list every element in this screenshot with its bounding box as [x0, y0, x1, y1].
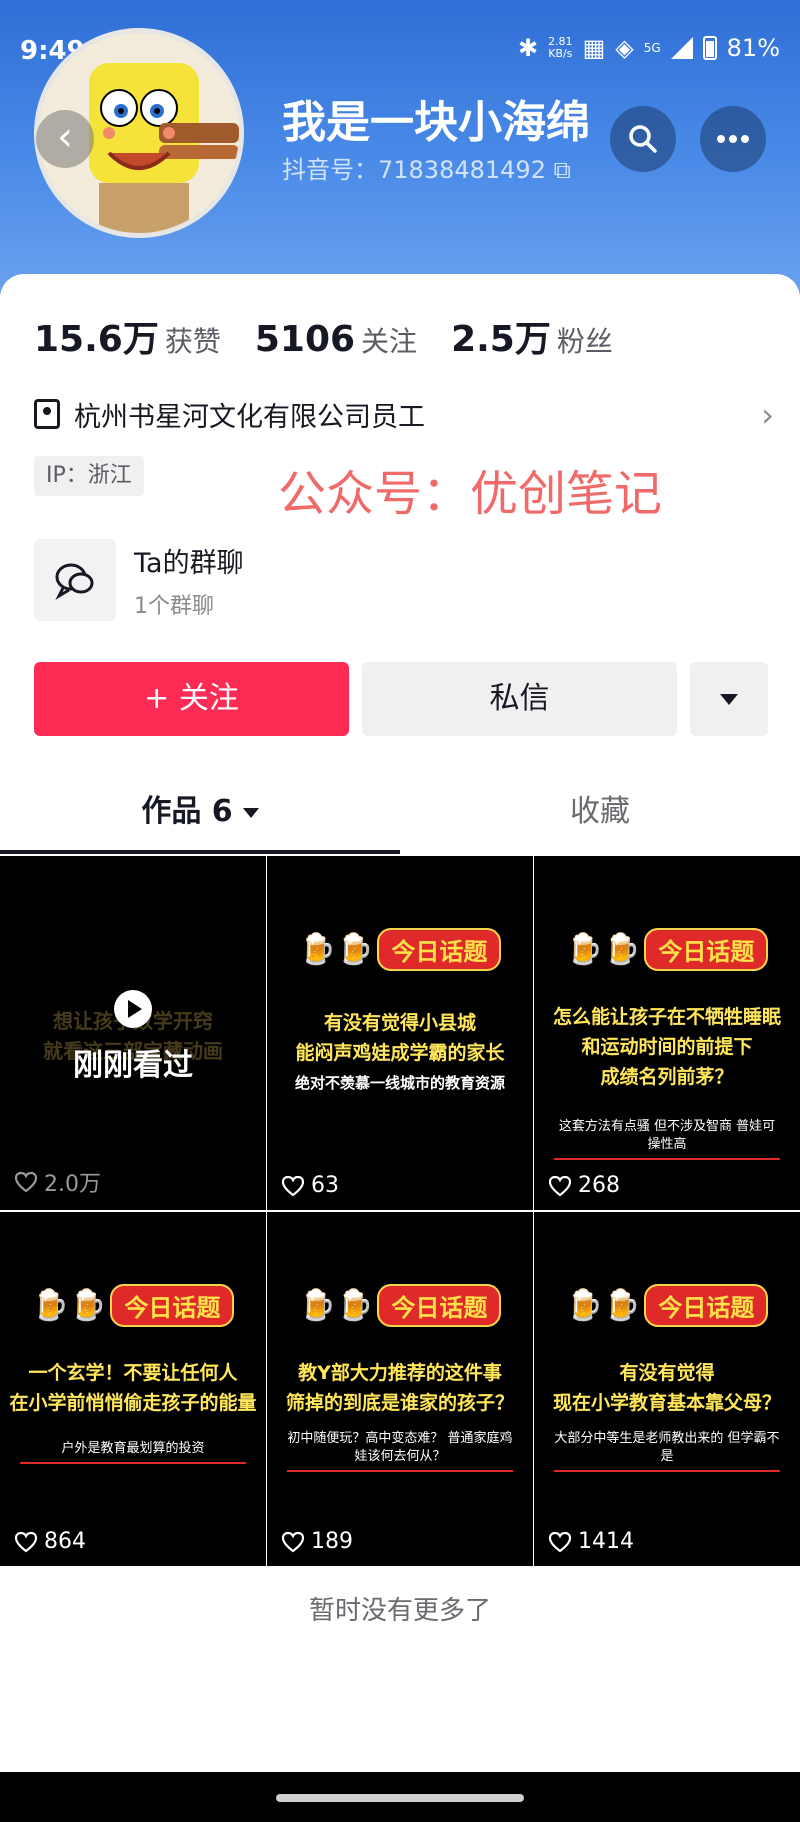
action-buttons: + 关注 私信 — [34, 662, 768, 736]
like-count: 2.0万 — [14, 1166, 101, 1198]
copy-icon[interactable]: ⧉ — [554, 156, 571, 184]
video-tile-recent[interactable]: 想让孩子数学开窍 就看这三部宝藏动画 刚刚看过 2.0万 — [0, 856, 266, 1210]
end-of-list-text: 暂时没有更多了 — [308, 1596, 491, 1626]
network-type: 5G — [643, 41, 661, 55]
beer-icon: 🍺🍺 — [31, 1288, 107, 1323]
stat-following[interactable]: 5106 关注 — [255, 319, 417, 360]
heart-icon — [281, 1531, 305, 1552]
video-subcaption: 户外是教育最划算的投资 — [20, 1440, 246, 1464]
video-caption: 有没有觉得小县城 能闷声鸡娃成学霸的家长 — [295, 1012, 505, 1064]
beer-icon: 🍺🍺 — [565, 1288, 641, 1323]
back-button[interactable]: ‹ — [36, 110, 94, 168]
active-tab-indicator — [0, 850, 400, 854]
video-tile[interactable]: 🍺🍺 今日话题 一个玄学！不要让任何人 在小学前悄悄偷走孩子的能量 户外是教育最… — [0, 1212, 266, 1566]
topic-header: 🍺🍺 今日话题 — [267, 928, 533, 971]
status-indicators: ✱ 2.81 KB/s ▦ ◈ 5G 81% — [518, 34, 780, 62]
douyin-id[interactable]: 抖音号：71838481492 ⧉ — [282, 150, 571, 185]
video-subcaption: 绝对不羡慕一线城市的教育资源 — [294, 1074, 505, 1092]
more-dots-icon — [717, 135, 749, 143]
topic-badge: 今日话题 — [644, 928, 769, 971]
topic-badge: 今日话题 — [377, 928, 502, 971]
profile-card: 15.6万 获赞 5106 关注 2.5万 粉丝 杭州书星河文化有限公司员工 › IP… — [0, 274, 800, 1822]
heart-icon — [14, 1171, 38, 1193]
chevron-left-icon: ‹ — [57, 114, 73, 160]
beer-icon: 🍺🍺 — [298, 1288, 374, 1323]
group-chat-count: 1个群聊 — [134, 593, 214, 619]
like-count: 268 — [548, 1173, 620, 1198]
system-nav-bar — [0, 1772, 800, 1822]
tab-works[interactable]: 作品 6 — [0, 774, 400, 854]
badge-icon — [34, 399, 60, 429]
signal-icon — [670, 37, 693, 59]
topic-badge: 今日话题 — [644, 1284, 769, 1327]
group-chat-text: Ta的群聊 1个群聊 — [134, 541, 244, 620]
battery-percent: 81% — [726, 34, 780, 62]
video-tile[interactable]: 🍺🍺 今日话题 有没有觉得小县城 能闷声鸡娃成学霸的家长 绝对不羡慕一线城市的教… — [267, 856, 533, 1210]
heart-icon — [14, 1531, 38, 1552]
topic-header: 🍺🍺 今日话题 — [534, 928, 800, 971]
topic-badge: 今日话题 — [377, 1284, 502, 1327]
message-button[interactable]: 私信 — [362, 662, 677, 736]
follow-button[interactable]: + 关注 — [34, 662, 349, 736]
like-count: 189 — [281, 1529, 353, 1554]
ip-location: IP：浙江 — [34, 456, 144, 496]
content-tabs: 作品 6 收藏 — [0, 774, 800, 854]
more-actions-dropdown[interactable] — [690, 662, 768, 736]
heart-icon — [548, 1531, 572, 1552]
video-tile[interactable]: 🍺🍺 今日话题 教Y部大力推荐的这件事 筛掉的到底是谁家的孩子？ 初中随便玩？高… — [267, 1212, 533, 1566]
group-chat-title: Ta的群聊 — [134, 547, 244, 579]
video-caption: 有没有觉得 现在小学教育基本靠父母？ — [552, 1362, 781, 1414]
company-row[interactable]: 杭州书星河文化有限公司员工 › — [34, 394, 774, 434]
beer-icon: 🍺🍺 — [565, 932, 641, 967]
topic-badge: 今日话题 — [110, 1284, 235, 1327]
group-chat-icon — [34, 539, 116, 621]
video-caption: 教Y部大力推荐的这件事 筛掉的到底是谁家的孩子？ — [285, 1362, 514, 1414]
video-subcaption: 初中随便玩？高中变态难？ 普通家庭鸡娃该何去何从？ — [287, 1430, 513, 1472]
beer-icon: 🍺🍺 — [298, 932, 374, 967]
video-grid: 想让孩子数学开窍 就看这三部宝藏动画 刚刚看过 2.0万 🍺🍺 今日话题 有没有… — [0, 856, 800, 1568]
video-subcaption: 大部分中等生是老师教出来的 但学霸不是 — [554, 1430, 780, 1472]
video-subcaption: 这套方法有点骚 但不涉及智商 普娃可操性高 — [554, 1118, 780, 1160]
recently-watched-label: 刚刚看过 — [73, 1048, 193, 1083]
caret-down-icon — [242, 807, 259, 818]
company-name: 杭州书星河文化有限公司员工 — [74, 401, 425, 433]
heart-icon — [281, 1175, 305, 1196]
stat-followers[interactable]: 2.5万 粉丝 — [451, 310, 613, 362]
video-caption: 怎么能让孩子在不牺牲睡眠 和运动时间的前提下 成绩名列前茅？ — [552, 1006, 781, 1088]
stats-row: 15.6万 获赞 5106 关注 2.5万 粉丝 — [34, 310, 613, 362]
chevron-right-icon: › — [761, 396, 774, 434]
search-button[interactable] — [610, 106, 676, 172]
stat-likes[interactable]: 15.6万 获赞 — [34, 310, 221, 362]
battery-icon — [702, 36, 717, 60]
recent-overlay — [0, 856, 266, 1210]
like-count: 1414 — [548, 1529, 634, 1554]
search-icon — [629, 125, 657, 153]
video-tile[interactable]: 🍺🍺 今日话题 有没有觉得 现在小学教育基本靠父母？ 大部分中等生是老师教出来的… — [534, 1212, 800, 1566]
wifi-icon: ◈ — [615, 34, 634, 62]
like-count: 63 — [281, 1173, 339, 1198]
bluetooth-icon: ✱ — [517, 34, 539, 62]
tab-favorites[interactable]: 收藏 — [400, 774, 800, 854]
topic-header: 🍺🍺 今日话题 — [267, 1284, 533, 1327]
video-caption: 一个玄学！不要让任何人 在小学前悄悄偷走孩子的能量 — [9, 1362, 257, 1414]
play-icon — [114, 990, 152, 1028]
username: 我是一块小海绵 — [282, 97, 590, 148]
watermark-text: 公众号：优创笔记 — [278, 466, 663, 522]
profile-header: 9:49 ✱ 2.81 KB/s ▦ ◈ 5G 81% ‹ 我是一块小海绵 抖音… — [0, 0, 800, 300]
nfc-icon: ▦ — [582, 34, 606, 62]
caret-down-icon — [720, 693, 738, 705]
more-button[interactable] — [700, 106, 766, 172]
net-speed: 2.81 KB/s — [548, 35, 573, 60]
topic-header: 🍺🍺 今日话题 — [0, 1284, 266, 1327]
home-indicator[interactable] — [276, 1794, 524, 1802]
topic-header: 🍺🍺 今日话题 — [534, 1284, 800, 1327]
group-chat-entry[interactable]: Ta的群聊 1个群聊 — [34, 538, 244, 622]
heart-icon — [548, 1175, 572, 1196]
like-count: 864 — [14, 1529, 86, 1554]
video-tile[interactable]: 🍺🍺 今日话题 怎么能让孩子在不牺牲睡眠 和运动时间的前提下 成绩名列前茅？ 这… — [534, 856, 800, 1210]
